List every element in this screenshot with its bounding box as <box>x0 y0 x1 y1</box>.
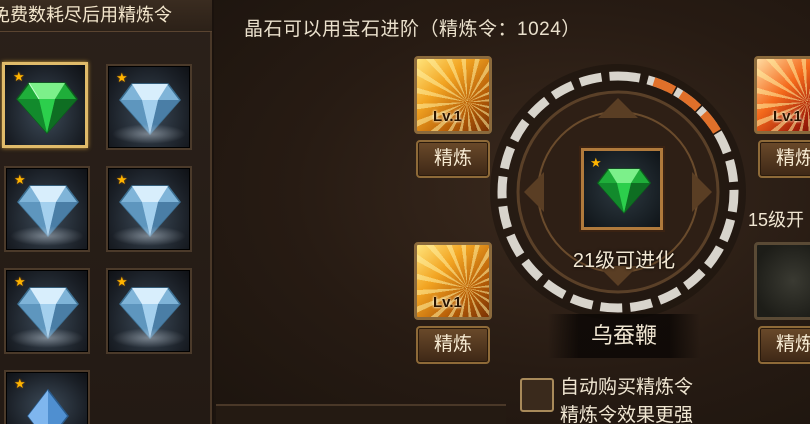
skill-name: 乌蚕鞭 <box>548 314 700 358</box>
gem-slot-3[interactable]: ★ <box>4 166 90 252</box>
gem-slot-7[interactable]: ★ <box>4 370 90 424</box>
skill-icon-2[interactable]: Lv.1 <box>754 56 810 134</box>
auto-buy-label: 自动购买精炼令 <box>560 377 694 398</box>
mist-decoration <box>10 328 84 348</box>
green-gem-icon <box>596 168 652 214</box>
refine-button-1[interactable]: 精炼 <box>416 140 490 178</box>
gem-slot-2[interactable]: ★ <box>106 64 192 150</box>
mist-decoration <box>112 124 186 144</box>
mist-decoration <box>112 226 186 246</box>
refine-main-panel: 晶石可以用宝石进阶（精炼令：1024） Lv.1 精炼 Lv.1 精炼 Lv.1… <box>214 0 810 424</box>
gem-slot-5[interactable]: ★ <box>4 268 90 354</box>
blue-gem-icon <box>27 388 69 424</box>
refine-button-4[interactable]: 精炼 <box>758 326 810 364</box>
gem-list-panel: 免费数耗尽后用精炼令 ★ ★ ★ ★ ★ ★ ★ <box>0 0 212 424</box>
gem-slot-4[interactable]: ★ <box>106 166 192 252</box>
evolve-level-text: 21级可进化 <box>572 250 676 272</box>
refine-button-3[interactable]: 精炼 <box>416 326 490 364</box>
gem-slot-1[interactable]: ★ <box>2 62 88 148</box>
gem-slot-6[interactable]: ★ <box>106 268 192 354</box>
refine-screen: 免费数耗尽后用精炼令 ★ ★ ★ ★ ★ ★ ★ 晶石可以用宝石进阶（精炼令：1… <box>0 0 810 424</box>
mist-decoration <box>112 328 186 348</box>
effect-label: 精炼令效果更强 <box>560 405 694 424</box>
skill-level: Lv.1 <box>433 108 462 125</box>
skill-icon-4-locked[interactable] <box>754 242 810 320</box>
bottom-panel-edge <box>216 404 506 424</box>
refine-button-2[interactable]: 精炼 <box>758 140 810 178</box>
skill-level: Lv.1 <box>433 294 462 311</box>
skill-icon-1[interactable]: Lv.1 <box>414 56 492 134</box>
skill-level: Lv.1 <box>773 108 802 125</box>
green-gem-icon <box>16 82 78 135</box>
center-gem-slot[interactable]: ★ <box>581 148 663 230</box>
refine-hint: 免费数耗尽后用精炼令 <box>0 0 212 32</box>
mist-decoration <box>10 226 84 246</box>
unlock-level-text: 15级开 <box>748 210 805 230</box>
page-title: 晶石可以用宝石进阶（精炼令：1024） <box>244 19 581 40</box>
skill-icon-3[interactable]: Lv.1 <box>414 242 492 320</box>
auto-buy-checkbox[interactable] <box>520 378 554 412</box>
